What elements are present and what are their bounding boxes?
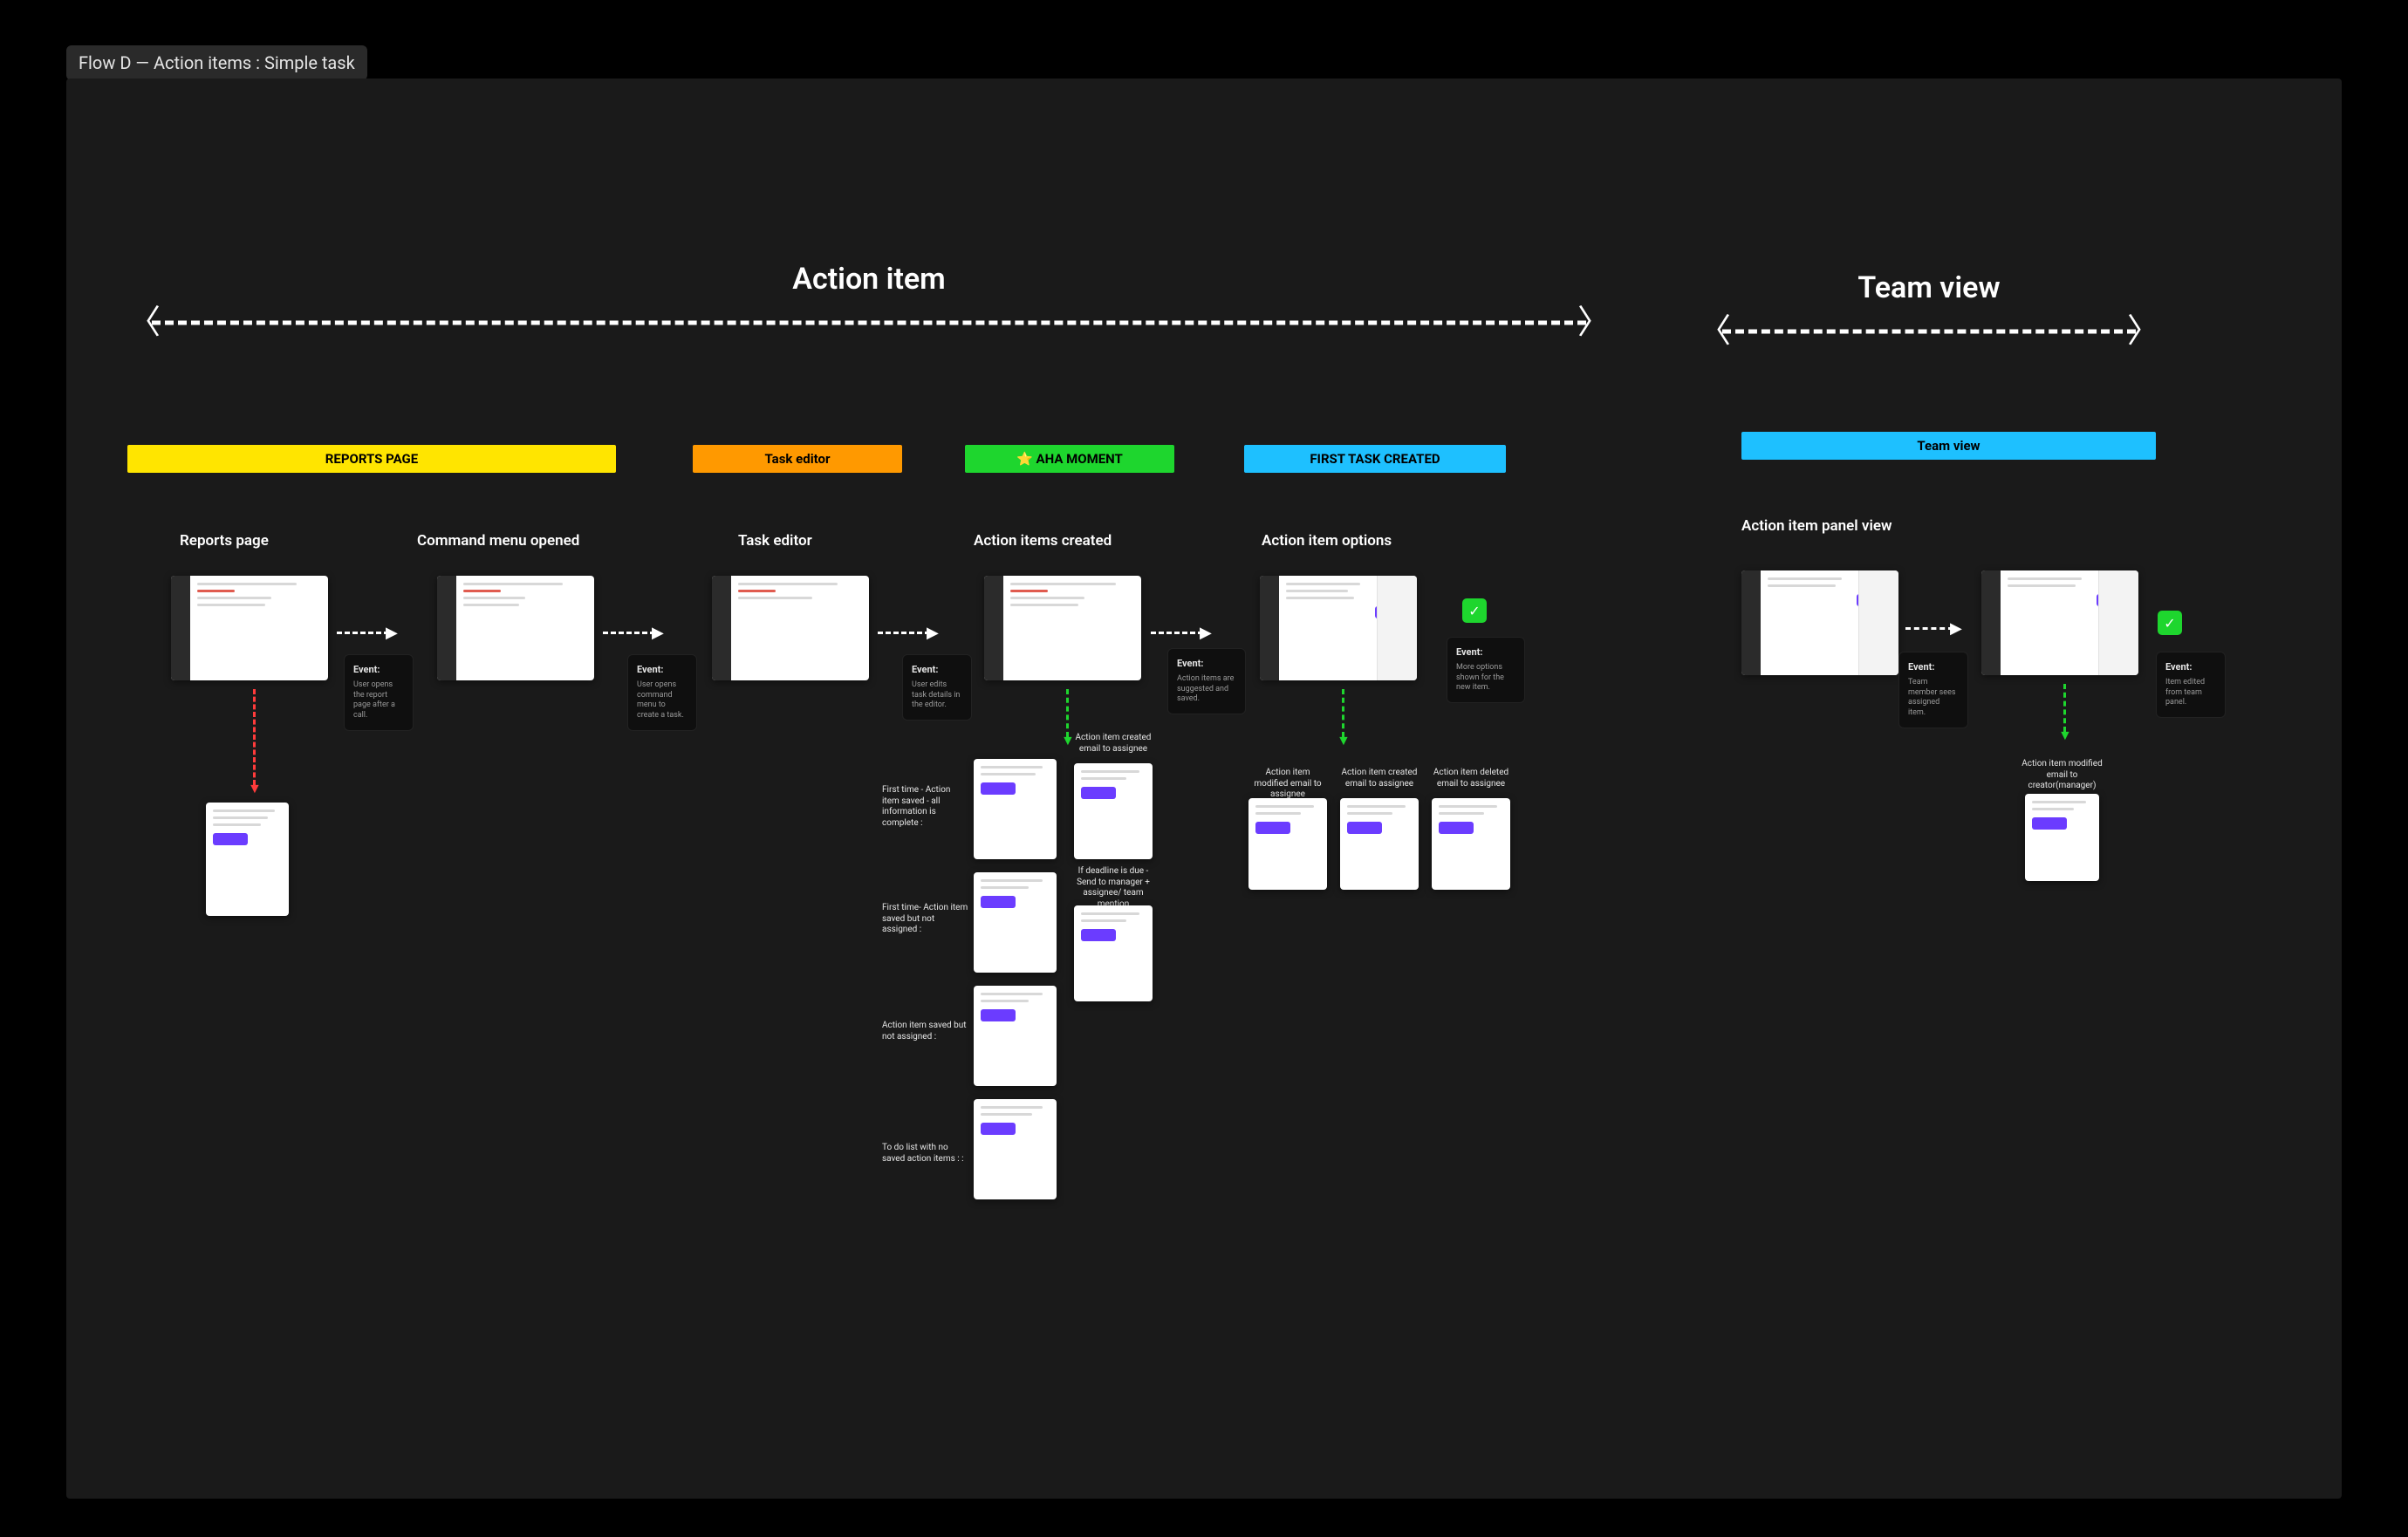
frame-title-text: Flow D — Action items : Simple task [79,52,355,73]
range-line [152,321,1586,325]
section-team-view-title: Team view [1698,270,2160,305]
thumb-first-saved-complete[interactable] [974,759,1057,859]
thumb-reports-sub[interactable] [206,803,289,916]
range-arrow-action-item: 〈 〉 [127,314,1611,331]
thumb-command-menu[interactable] [437,576,594,680]
section-team-view: Team view 〈 〉 [1698,270,2160,340]
label-first-saved-not-assigned: First time- Action item saved but not as… [882,903,969,936]
note-event-2: Event: User opens command menu to create… [627,654,697,731]
thumb-created-email[interactable] [1074,763,1153,859]
note-event-3: Event: User edits task details in the ed… [902,654,972,721]
thumb-first-saved-not-assigned[interactable] [974,872,1057,973]
arrow-right-icon: ▶ [337,624,398,642]
thumb-team-panel-1[interactable] [1741,570,1898,675]
canvas: Action item 〈 〉 Team view 〈 〉 REPORTS PA… [66,79,2342,1499]
label-modified-creator: Action item modified email to creator(ma… [2021,759,2104,792]
arrow-down-icon: ▼ [248,689,262,797]
thumb-reports-page[interactable] [171,576,328,680]
thumb-created-email2[interactable] [1340,798,1419,890]
note-team-1: Event: Team member sees assigned item. [1898,652,1968,728]
thumb-modified-email[interactable] [1248,798,1327,890]
col-task-editor: Task editor [738,532,812,550]
col-ai-options: Action item options [1262,532,1392,550]
arrow-right-icon: ▶ [1151,624,1212,642]
arrow-down-icon: ▼ [1337,689,1351,749]
label-deadline-due: If deadline is due - Send to manager + a… [1074,866,1153,910]
label-created-email: Action item created email to assignee [1074,733,1153,755]
label-created-email2: Action item created email to assignee [1340,768,1419,789]
label-modified-email: Action item modified email to assignee [1248,768,1327,801]
badge-aha-moment: ⭐ AHA MOMENT [965,445,1174,473]
chevron-right-icon: 〉 [1577,306,1611,339]
section-action-item-title: Action item [127,262,1611,297]
arrow-right-icon: ▶ [878,624,939,642]
badge-task-editor: Task editor [693,445,902,473]
thumb-deadline-due[interactable] [1074,905,1153,1001]
arrow-right-icon: ▶ [603,624,664,642]
check-icon: ✓ [1462,598,1487,623]
thumb-saved-not-assigned[interactable] [974,986,1057,1086]
badge-team-view: Team view [1741,432,2156,460]
range-line [1722,330,2136,334]
section-action-item: Action item 〈 〉 [127,262,1611,331]
label-saved-not-assigned: Action item saved but not assigned : [882,1021,969,1042]
col-command-menu: Command menu opened [417,532,579,550]
label-deleted-email: Action item deleted email to assignee [1432,768,1510,789]
badge-reports-page: REPORTS PAGE [127,445,616,473]
thumb-ai-options[interactable] [1260,576,1417,680]
range-arrow-team-view: 〈 〉 [1698,323,2160,340]
thumb-task-editor[interactable] [712,576,869,680]
arrow-down-icon: ▼ [2058,684,2072,744]
label-first-saved-complete: First time - Action item saved - all inf… [882,785,969,829]
col-ai-created: Action items created [974,532,1112,550]
thumb-modified-creator[interactable] [2025,794,2099,881]
check-icon: ✓ [2158,611,2182,635]
col-ai-panel: Action item panel view [1741,517,1892,535]
thumb-team-panel-2[interactable] [1981,570,2138,675]
thumb-ai-created[interactable] [984,576,1141,680]
note-team-2: Event: Item edited from team panel. [2156,652,2226,718]
col-reports-page: Reports page [180,532,269,550]
thumb-deleted-email[interactable] [1432,798,1510,890]
arrow-down-icon: ▼ [1061,689,1075,749]
note-event-5: Event: More options shown for the new it… [1447,637,1525,703]
label-todo-no-saved: To do list with no saved action items : … [882,1143,969,1165]
arrow-right-icon: ▶ [1905,619,1962,638]
chevron-right-icon: 〉 [2127,315,2160,348]
thumb-todo-no-saved[interactable] [974,1099,1057,1199]
frame-title: Flow D — Action items : Simple task [66,45,367,80]
note-event-4: Event: Action items are suggested and sa… [1167,648,1246,714]
badge-first-task: FIRST TASK CREATED [1244,445,1506,473]
note-event-1: Event: User opens the report page after … [344,654,414,731]
